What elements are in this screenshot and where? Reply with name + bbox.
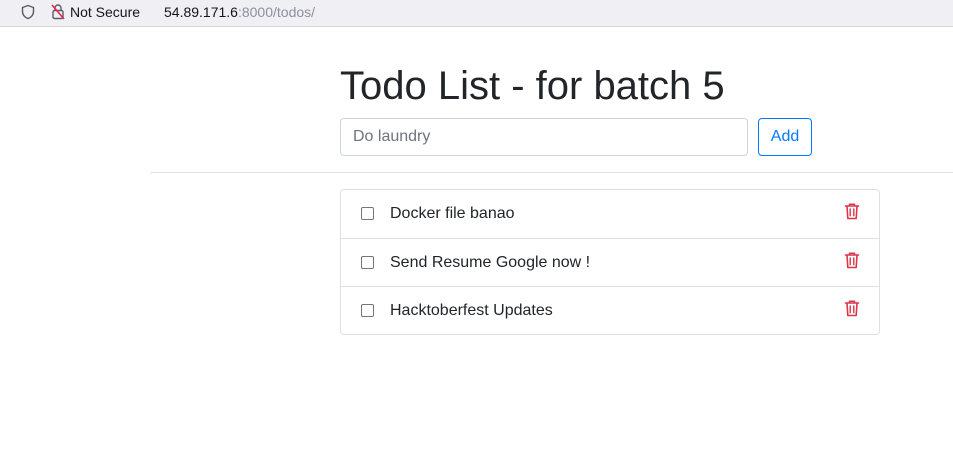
todo-label: Docker file banao (390, 205, 515, 222)
todo-label: Hacktoberfest Updates (390, 302, 553, 319)
todo-item: Send Resume Google now ! (341, 238, 879, 286)
add-button[interactable]: Add (758, 118, 812, 156)
url-path: :8000/todos/ (237, 4, 316, 20)
security-label[interactable]: Not Secure (70, 4, 140, 20)
trash-icon[interactable] (844, 299, 860, 317)
lock-slash-icon[interactable] (50, 3, 66, 20)
shield-icon[interactable] (20, 4, 36, 20)
todo-checkbox[interactable] (361, 256, 374, 269)
trash-icon[interactable] (844, 202, 860, 220)
address-url[interactable]: 54.89.171.6:8000/todos/ (164, 4, 315, 20)
todo-input[interactable] (340, 118, 748, 156)
todo-list: Docker file banao Send Resume Google now… (340, 189, 880, 335)
todo-checkbox[interactable] (361, 207, 374, 220)
trash-icon[interactable] (844, 251, 860, 269)
divider (150, 172, 953, 173)
url-host: 54.89.171.6 (164, 4, 238, 20)
todo-item: Docker file banao (341, 190, 879, 238)
page-title: Todo List - for batch 5 (340, 64, 725, 108)
browser-url-bar: Not Secure 54.89.171.6:8000/todos/ (0, 0, 953, 27)
todo-item: Hacktoberfest Updates (341, 286, 879, 334)
todo-checkbox[interactable] (361, 304, 374, 317)
todo-label: Send Resume Google now ! (390, 254, 591, 271)
